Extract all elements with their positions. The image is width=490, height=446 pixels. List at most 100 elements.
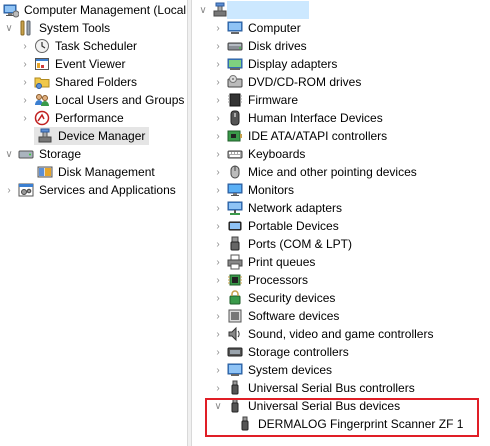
- tree-item-monitors[interactable]: › Monitors: [212, 181, 295, 199]
- chevron-right-icon[interactable]: ›: [212, 325, 224, 343]
- tree-label: Event Viewer: [55, 57, 126, 71]
- tree-item-disk-drives[interactable]: › Disk drives: [212, 37, 308, 55]
- software-device-icon: [227, 308, 243, 324]
- chevron-right-icon[interactable]: ›: [212, 73, 224, 91]
- tree-item-computer-management[interactable]: Computer Management (Local: [0, 1, 187, 19]
- tree-item-keyboards[interactable]: › Keyboards: [212, 145, 306, 163]
- storage-icon: [18, 146, 34, 162]
- chevron-right-icon[interactable]: ›: [212, 109, 224, 127]
- tree-item-print-queues[interactable]: › Print queues: [212, 253, 316, 271]
- tree-item-storage[interactable]: ∨ Storage: [3, 145, 82, 163]
- tree-item-mice-and-other-pointing-devices[interactable]: › Mice and other pointing devices: [212, 163, 418, 181]
- chevron-right-icon[interactable]: ›: [212, 343, 224, 361]
- chevron-right-icon[interactable]: ›: [212, 181, 224, 199]
- keyboard-icon: [227, 146, 243, 162]
- root-selection-highlight: [227, 1, 309, 19]
- chevron-right-icon[interactable]: ›: [212, 199, 224, 217]
- hid-icon: [227, 110, 243, 126]
- chevron-right-icon[interactable]: ›: [212, 235, 224, 253]
- tree-label: Task Scheduler: [55, 39, 138, 53]
- tree-label: Mice and other pointing devices: [248, 165, 417, 179]
- tree-item-performance[interactable]: › Performance: [19, 109, 125, 127]
- chevron-right-icon[interactable]: ›: [19, 55, 31, 73]
- tree-item-storage-controllers[interactable]: › Storage controllers: [212, 343, 350, 361]
- port-icon: [227, 236, 243, 252]
- tree-item-event-viewer[interactable]: › Event Viewer: [19, 55, 126, 73]
- tree-item-services-applications[interactable]: › Services and Applications: [3, 181, 177, 199]
- tree-item-shared-folders[interactable]: › Shared Folders: [19, 73, 138, 91]
- chevron-right-icon[interactable]: ›: [212, 307, 224, 325]
- chevron-right-icon[interactable]: ›: [3, 181, 15, 199]
- chevron-right-icon[interactable]: ›: [212, 253, 224, 271]
- tree-item-system-devices[interactable]: › System devices: [212, 361, 333, 379]
- chevron-right-icon[interactable]: ›: [212, 271, 224, 289]
- tree-label: Display adapters: [248, 57, 338, 71]
- chevron-down-icon[interactable]: ∨: [3, 145, 15, 163]
- chevron-right-icon[interactable]: ›: [19, 91, 31, 109]
- tree-item-universal-serial-bus-devices[interactable]: ∨ Universal Serial Bus devices: [212, 397, 401, 415]
- tree-label: Universal Serial Bus devices: [248, 399, 401, 413]
- tree-item-disk-management[interactable]: Disk Management: [34, 163, 156, 181]
- tree-item-processors[interactable]: › Processors: [212, 271, 309, 289]
- chevron-right-icon[interactable]: ›: [212, 361, 224, 379]
- ide-controller-icon: [227, 128, 243, 144]
- tree-item-security-devices[interactable]: › Security devices: [212, 289, 336, 307]
- tree-label: Security devices: [248, 291, 336, 305]
- disk-drive-icon: [227, 38, 243, 54]
- chevron-right-icon[interactable]: ›: [19, 73, 31, 91]
- clock-icon: [34, 38, 50, 54]
- tree-item-task-scheduler[interactable]: › Task Scheduler: [19, 37, 138, 55]
- chevron-right-icon[interactable]: ›: [212, 379, 224, 397]
- tree-item-dvd-cd-rom-drives[interactable]: › DVD/CD-ROM drives: [212, 73, 362, 91]
- tree-item-ports-com-lpt[interactable]: › Ports (COM & LPT): [212, 235, 353, 253]
- chevron-right-icon[interactable]: ›: [212, 163, 224, 181]
- printer-icon: [227, 254, 243, 270]
- tree-item-computer[interactable]: › Computer: [212, 19, 302, 37]
- tree-label: Storage controllers: [248, 345, 349, 359]
- chevron-right-icon[interactable]: ›: [19, 109, 31, 127]
- chevron-right-icon[interactable]: ›: [212, 19, 224, 37]
- tree-item-network-adapters[interactable]: › Network adapters: [212, 199, 343, 217]
- tree-item-device-manager[interactable]: Device Manager: [34, 127, 149, 145]
- chevron-right-icon[interactable]: ›: [212, 37, 224, 55]
- tree-item-local-users[interactable]: › Local Users and Groups: [19, 91, 185, 109]
- usb-device-icon: [237, 416, 253, 432]
- display-adapter-icon: [227, 56, 243, 72]
- chevron-right-icon[interactable]: ›: [212, 55, 224, 73]
- tree-item-system-tools[interactable]: ∨ System Tools: [3, 19, 111, 37]
- tree-label: Shared Folders: [55, 75, 138, 89]
- tree-label: Performance: [55, 111, 124, 125]
- tree-item-sound-video-and-game-controllers[interactable]: › Sound, video and game controllers: [212, 325, 434, 343]
- chevron-right-icon[interactable]: ›: [19, 37, 31, 55]
- tree-item-usb-device[interactable]: DERMALOG Fingerprint Scanner ZF 1: [234, 415, 464, 433]
- chevron-down-icon[interactable]: ∨: [212, 397, 224, 415]
- tree-item-software-devices[interactable]: › Software devices: [212, 307, 340, 325]
- tree-item-human-interface-devices[interactable]: › Human Interface Devices: [212, 109, 384, 127]
- users-icon: [34, 92, 50, 108]
- tree-item-portable-devices[interactable]: › Portable Devices: [212, 217, 340, 235]
- chevron-right-icon[interactable]: ›: [212, 289, 224, 307]
- device-manager-icon: [37, 128, 53, 144]
- chevron-right-icon[interactable]: ›: [212, 127, 224, 145]
- tree-item-firmware[interactable]: › Firmware: [212, 91, 299, 109]
- chevron-right-icon[interactable]: ›: [212, 145, 224, 163]
- tree-item-ide-ata-atapi-controllers[interactable]: › IDE ATA/ATAPI controllers: [212, 127, 388, 145]
- chevron-down-icon[interactable]: ∨: [3, 19, 15, 37]
- tree-item-root[interactable]: ∨: [197, 1, 232, 19]
- tree-label: Disk Management: [58, 165, 155, 179]
- chevron-down-icon[interactable]: ∨: [197, 1, 209, 19]
- sound-icon: [227, 326, 243, 342]
- tree-label: Network adapters: [248, 201, 343, 215]
- shared-folder-icon: [34, 74, 50, 90]
- network-adapter-icon: [227, 200, 243, 216]
- usb-icon: [227, 398, 243, 414]
- tree-label: Processors: [248, 273, 309, 287]
- computer-icon: [227, 20, 243, 36]
- tree-label: Firmware: [248, 93, 298, 107]
- chevron-right-icon[interactable]: ›: [212, 91, 224, 109]
- chevron-right-icon[interactable]: ›: [212, 217, 224, 235]
- tree-item-universal-serial-bus-controllers[interactable]: › Universal Serial Bus controllers: [212, 379, 416, 397]
- usb-icon: [227, 380, 243, 396]
- tree-label: Human Interface Devices: [248, 111, 383, 125]
- tree-item-display-adapters[interactable]: › Display adapters: [212, 55, 338, 73]
